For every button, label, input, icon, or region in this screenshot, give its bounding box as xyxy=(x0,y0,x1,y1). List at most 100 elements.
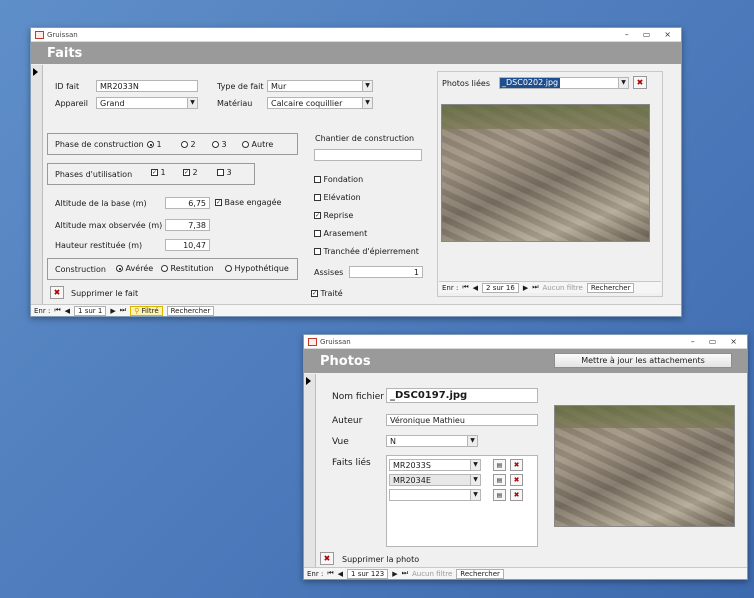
first-record-icon[interactable]: ⏮ xyxy=(327,569,333,578)
faits-form-title: Faits xyxy=(47,45,83,61)
delete-record-icon: ✖ xyxy=(513,476,520,484)
reprise-checkbox[interactable]: ✓ Reprise xyxy=(314,211,353,220)
phase-utilisation-1[interactable]: ✓ 1 xyxy=(151,168,166,177)
phase-utilisation-2[interactable]: ✓ 2 xyxy=(183,168,198,177)
prev-record-icon[interactable]: ◀ xyxy=(65,307,70,315)
prev-record-icon[interactable]: ◀ xyxy=(338,570,343,578)
filter-status[interactable]: Aucun filtre xyxy=(543,284,583,292)
search-field[interactable]: Rechercher xyxy=(586,282,635,293)
first-record-icon[interactable]: ⏮ xyxy=(462,283,468,292)
record-number-field[interactable]: 1 sur 1 xyxy=(74,305,107,316)
open-fait-button[interactable]: ▤ xyxy=(493,474,506,486)
record-selector[interactable] xyxy=(304,374,316,567)
chevron-down-icon[interactable]: ▼ xyxy=(362,81,372,91)
hauteur-restituee-label: Hauteur restituée (m) xyxy=(55,241,143,250)
access-form-icon xyxy=(308,337,317,346)
first-record-icon[interactable]: ⏮ xyxy=(54,306,60,315)
delete-fait-button[interactable]: ✖ xyxy=(50,286,64,299)
minimize-icon[interactable]: – xyxy=(625,30,629,39)
appareil-label: Appareil xyxy=(55,99,89,108)
radio-icon xyxy=(225,265,232,272)
chantier-field[interactable] xyxy=(314,149,422,161)
delete-link-button[interactable]: ✖ xyxy=(510,474,523,486)
altitude-base-field[interactable]: 6,75 xyxy=(165,197,210,209)
chevron-down-icon[interactable]: ▼ xyxy=(362,98,372,108)
vue-combo[interactable]: N ▼ xyxy=(386,435,478,447)
tranchee-checkbox[interactable]: Tranchée d'épierrement xyxy=(314,247,419,256)
phase-utilisation-3[interactable]: 3 xyxy=(217,168,232,177)
hauteur-restituee-field[interactable]: 10,47 xyxy=(165,239,210,251)
faits-form-header: Faits xyxy=(31,42,681,64)
faits-lies-row-2[interactable]: MR2034E ▼ xyxy=(389,474,481,486)
next-record-icon[interactable]: ▶ xyxy=(523,284,528,292)
option-label: Avérée xyxy=(125,264,154,273)
photos-liees-combo[interactable]: _DSC0202.jpg ▼ xyxy=(499,77,629,89)
phase-construction-option-3[interactable]: 3 xyxy=(212,140,227,149)
close-icon[interactable]: × xyxy=(664,30,671,39)
minimize-icon[interactable]: – xyxy=(691,337,695,346)
construction-option-averee[interactable]: Avérée xyxy=(116,264,153,273)
altitude-max-field[interactable]: 7,38 xyxy=(165,219,210,231)
phase-construction-option-autre[interactable]: Autre xyxy=(242,140,273,149)
auteur-label: Auteur xyxy=(332,416,363,426)
next-record-icon[interactable]: ▶ xyxy=(392,570,397,578)
chevron-down-icon[interactable]: ▼ xyxy=(470,490,480,500)
delete-photo-button[interactable]: ✖ xyxy=(320,552,334,565)
delete-photo-label: Supprimer la photo xyxy=(342,555,420,564)
last-record-icon[interactable]: ⏭ xyxy=(120,306,126,315)
elevation-checkbox[interactable]: Elévation xyxy=(314,193,361,202)
chevron-down-icon[interactable]: ▼ xyxy=(467,436,477,446)
appareil-combo[interactable]: Grand ▼ xyxy=(96,97,198,109)
record-number-field[interactable]: 1 sur 123 xyxy=(347,568,389,579)
chevron-down-icon[interactable]: ▼ xyxy=(470,460,480,470)
faits-lies-row-new[interactable]: ▼ xyxy=(389,489,481,501)
construction-option-restitution[interactable]: Restitution xyxy=(161,264,214,273)
auteur-field[interactable]: Véronique Mathieu xyxy=(386,414,538,426)
record-selector[interactable] xyxy=(31,65,43,304)
update-attachments-button[interactable]: Mettre à jour les attachements xyxy=(554,353,732,368)
record-number-field[interactable]: 2 sur 16 xyxy=(482,282,519,293)
photos-app-title: Gruissan xyxy=(320,337,351,346)
chantier-label: Chantier de construction xyxy=(315,134,415,143)
construction-option-hypothetique[interactable]: Hypothétique xyxy=(225,264,289,273)
faits-record-nav: Enr : ⏮ ◀ 1 sur 1 ▶ ⏭ ⚲ Filtré Recherche… xyxy=(31,304,681,316)
phase-construction-option-1[interactable]: 1 xyxy=(147,140,162,149)
phase-construction-label: Phase de construction xyxy=(55,140,144,149)
traite-checkbox[interactable]: ✓ Traité xyxy=(311,289,343,298)
close-icon[interactable]: × xyxy=(730,337,737,346)
materiau-combo[interactable]: Calcaire coquillier ▼ xyxy=(267,97,373,109)
type-de-fait-combo[interactable]: Mur ▼ xyxy=(267,80,373,92)
assises-field[interactable]: 1 xyxy=(349,266,423,278)
open-fait-button[interactable]: ▤ xyxy=(493,489,506,501)
faits-titlebar: Gruissan – ▭ × xyxy=(31,28,681,42)
chevron-down-icon[interactable]: ▼ xyxy=(618,78,628,88)
last-record-icon[interactable]: ⏭ xyxy=(532,283,538,292)
delete-link-button[interactable]: ✖ xyxy=(510,489,523,501)
nom-fichier-field[interactable]: _DSC0197.jpg xyxy=(386,388,538,403)
delete-record-icon: ✖ xyxy=(323,554,331,563)
search-field[interactable]: Rechercher xyxy=(166,305,215,316)
chevron-down-icon[interactable]: ▼ xyxy=(470,475,480,485)
chevron-down-icon[interactable]: ▼ xyxy=(187,98,197,108)
id-fait-label: ID fait xyxy=(55,82,80,91)
base-engagee-checkbox[interactable]: ✓ Base engagée xyxy=(215,198,281,207)
id-fait-field[interactable]: MR2033N xyxy=(96,80,198,92)
open-fait-button[interactable]: ▤ xyxy=(493,459,506,471)
maximize-icon[interactable]: ▭ xyxy=(643,30,651,39)
arasement-checkbox[interactable]: Arasement xyxy=(314,229,367,238)
next-record-icon[interactable]: ▶ xyxy=(110,307,115,315)
delete-link-button[interactable]: ✖ xyxy=(633,76,647,89)
prev-record-icon[interactable]: ◀ xyxy=(473,284,478,292)
faits-lies-row-1[interactable]: MR2033S ▼ xyxy=(389,459,481,471)
option-label: 1 xyxy=(156,140,162,149)
search-field[interactable]: Rechercher xyxy=(456,568,504,579)
phase-construction-option-2[interactable]: 2 xyxy=(181,140,196,149)
maximize-icon[interactable]: ▭ xyxy=(709,337,717,346)
last-record-icon[interactable]: ⏭ xyxy=(402,569,408,578)
delete-link-button[interactable]: ✖ xyxy=(510,459,523,471)
type-de-fait-value: Mur xyxy=(271,82,287,91)
filter-status[interactable]: Aucun filtre xyxy=(412,570,452,578)
filter-toggle[interactable]: ⚲ Filtré xyxy=(130,305,163,316)
fondation-checkbox[interactable]: Fondation xyxy=(314,175,363,184)
option-label: 3 xyxy=(221,140,227,149)
